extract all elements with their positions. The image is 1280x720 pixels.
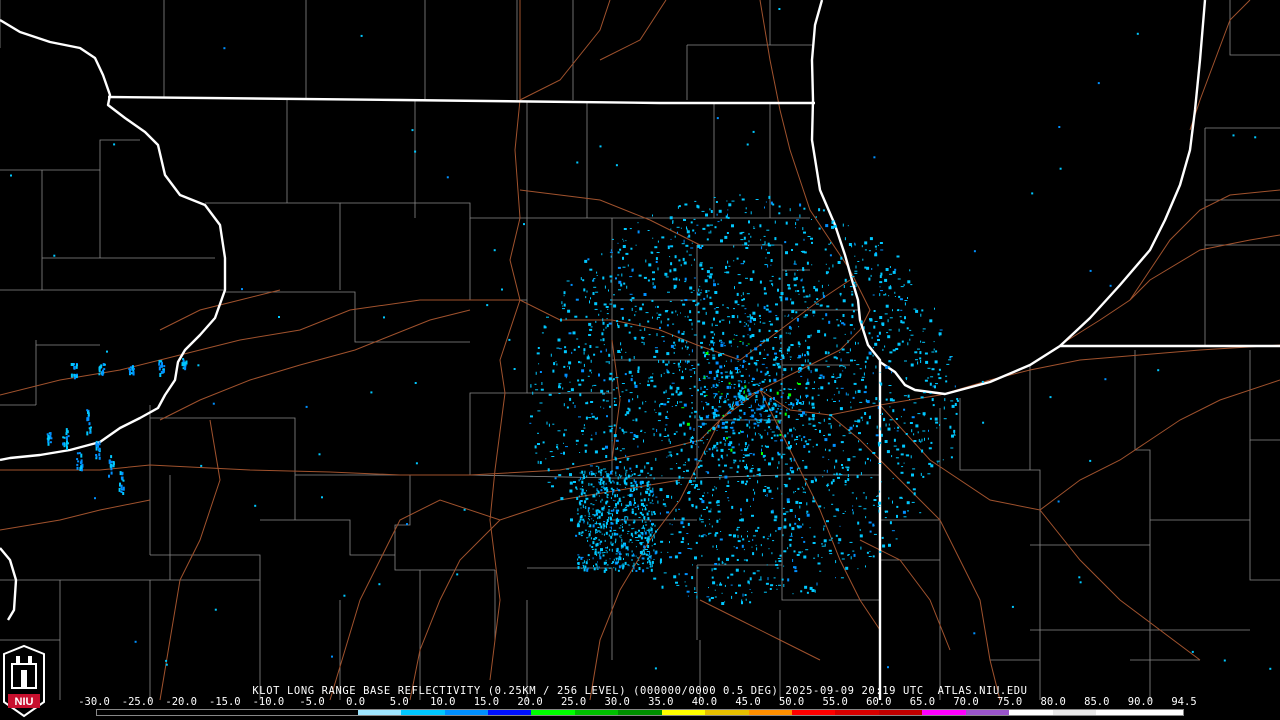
colorbar-tick-label: 20.0: [517, 696, 543, 708]
colorbar-segment: [965, 710, 1010, 715]
colorbar-segment: [835, 710, 879, 715]
colorbar-tick-label: -25.0: [121, 696, 154, 708]
colorbar-tick-label: 80.0: [1040, 696, 1066, 708]
logo-text: NIU: [15, 696, 34, 708]
state-borders: [0, 0, 1280, 700]
colorbar-tick-label: 45.0: [735, 696, 761, 708]
colorbar-segment: [618, 710, 662, 715]
colorbar-tick-label: 85.0: [1084, 696, 1110, 708]
colorbar-tick-label: 60.0: [866, 696, 892, 708]
colorbar-segment: [487, 710, 532, 715]
colorbar-segment: [792, 710, 836, 715]
colorbar-tick-label: 15.0: [473, 696, 500, 708]
colorbar-segment: [227, 710, 271, 715]
colorbar-segment: [531, 710, 575, 715]
colorbar-segment: [270, 710, 315, 715]
highway-lines: [0, 0, 1280, 701]
colorbar-segment: [444, 710, 488, 715]
colorbar-segment: [314, 710, 358, 715]
colorbar-tick-label: 30.0: [604, 696, 630, 708]
radar-echoes: [10, 8, 1272, 670]
colorbar-segment: [661, 710, 706, 715]
colorbar-segment: [1139, 710, 1183, 715]
colorbar-ticks: -30.0 -25.0 -20.0 -15.0 -10.0 -5.0 0.0 5.0 10.0 1…: [78, 696, 1197, 708]
colorbar-tick-label: -5.0: [299, 696, 325, 708]
colorbar-segment: [1009, 710, 1053, 715]
colorbar-tick-label: 35.0: [648, 696, 674, 708]
niu-logo: NIU: [3, 644, 45, 718]
reflectivity-colorbar: [96, 709, 1184, 716]
colorbar-tick-label: 0.0: [346, 696, 366, 708]
colorbar-tick-label: 70.0: [953, 696, 979, 708]
colorbar-tick-label: -10.0: [252, 696, 285, 708]
colorbar-tick-label: 40.0: [691, 696, 718, 708]
colorbar-segment: [574, 710, 619, 715]
colorbar-segment: [1052, 710, 1097, 715]
colorbar-segment: [140, 710, 184, 715]
colorbar-tick-label: -20.0: [165, 696, 197, 708]
colorbar-tick-label: 5.0: [389, 696, 409, 708]
colorbar-tick-label: -15.0: [208, 696, 241, 708]
colorbar-tick-label: 25.0: [560, 696, 587, 708]
colorbar-segment: [705, 710, 749, 715]
colorbar-tick-label: 65.0: [909, 696, 936, 708]
colorbar-segment: [183, 710, 228, 715]
colorbar-segment: [878, 710, 923, 715]
county-lines: [0, 0, 1280, 700]
colorbar-segment: [922, 710, 966, 715]
colorbar-tick-label: 75.0: [996, 696, 1023, 708]
colorbar-tick-label: 94.5: [1171, 696, 1197, 708]
colorbar-tick-label: 55.0: [822, 696, 848, 708]
colorbar-segment: [1096, 710, 1140, 715]
colorbar-tick-label: 10.0: [430, 696, 456, 708]
colorbar-segment: [97, 710, 141, 715]
colorbar-segment: [357, 710, 402, 715]
colorbar-tick-label: 90.0: [1127, 696, 1154, 708]
radar-map: [0, 0, 1280, 701]
colorbar-tick-label: 50.0: [778, 696, 805, 708]
colorbar-segment: [401, 710, 445, 715]
colorbar-tick-label: -30.0: [78, 696, 110, 708]
colorbar-segment: [748, 710, 792, 715]
